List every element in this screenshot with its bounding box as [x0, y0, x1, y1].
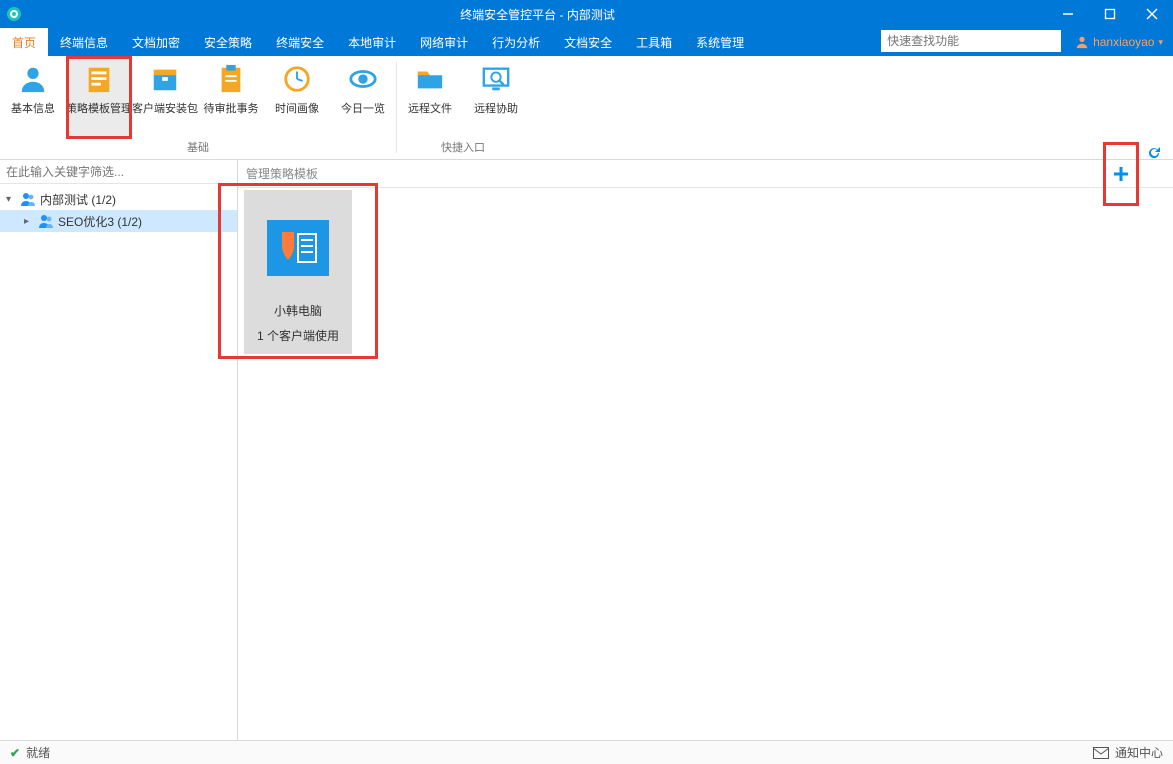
person-icon [18, 64, 48, 94]
tree-node-0[interactable]: ▾ 内部测试 (1/2) [0, 188, 237, 210]
ribbon-item-clock[interactable]: 时间画像 [264, 56, 330, 139]
status-bar: ✔ 就绪 通知中心 [0, 740, 1173, 764]
sidebar: ▾ 内部测试 (1/2) ▸ SEO优化3 (1/2) [0, 160, 238, 740]
tree-node-1[interactable]: ▸ SEO优化3 (1/2) [0, 210, 237, 232]
content: 管理策略模板 小韩电脑 1 个客户端使用 [238, 160, 1173, 740]
refresh-icon [1146, 145, 1162, 161]
ribbon-item-eye[interactable]: 今日一览 [330, 56, 396, 139]
filter-container [0, 160, 237, 184]
menu-tab-7[interactable]: 行为分析 [480, 28, 552, 56]
refresh-button[interactable] [1143, 142, 1165, 164]
add-button[interactable] [1110, 163, 1132, 185]
workspace: ▾ 内部测试 (1/2) ▸ SEO优化3 (1/2) 管理策略模板 [0, 160, 1173, 740]
card-name: 小韩电脑 [274, 302, 322, 319]
ribbon-group-0: 基本信息策略模板管理客户端安装包待审批事务时间画像 今日一览基础 [0, 56, 396, 159]
ribbon-item-folder[interactable]: 远程文件 [397, 56, 463, 139]
mail-icon [1093, 747, 1109, 759]
ribbon: 基本信息策略模板管理客户端安装包待审批事务时间画像 今日一览基础 远程文件 远程协助快… [0, 56, 1173, 160]
tree-node-label: SEO优化3 (1/2) [58, 213, 142, 230]
clipboard-icon [216, 64, 246, 94]
content-title: 管理策略模板 [246, 165, 318, 182]
ribbon-item-label: 时间画像 [275, 100, 319, 116]
menu-tab-0[interactable]: 首页 [0, 28, 48, 56]
template-icon [84, 64, 114, 94]
ribbon-item-screen[interactable]: 远程协助 [463, 56, 529, 139]
ribbon-group-label: 基础 [187, 139, 209, 159]
user-menu[interactable]: hanxiaoyao ▾ [1065, 28, 1173, 56]
status-text: 就绪 [26, 744, 50, 761]
chevron-down-icon: ▾ [1158, 37, 1163, 48]
people-icon [38, 213, 54, 229]
tree-node-label: 内部测试 (1/2) [40, 191, 116, 208]
screen-icon [481, 64, 511, 94]
ribbon-item-person[interactable]: 基本信息 [0, 56, 66, 139]
chevron-right-icon[interactable]: ▸ [24, 216, 34, 227]
user-name: hanxiaoyao [1093, 35, 1154, 49]
window-title: 终端安全管控平台 - 内部测试 [28, 6, 1047, 23]
content-body: 小韩电脑 1 个客户端使用 [238, 188, 1173, 740]
tree: ▾ 内部测试 (1/2) ▸ SEO优化3 (1/2) [0, 184, 237, 236]
notification-label: 通知中心 [1115, 744, 1163, 761]
check-icon: ✔ [10, 746, 20, 760]
ribbon-item-label: 远程文件 [408, 100, 452, 116]
card-usage: 1 个客户端使用 [257, 327, 339, 344]
chevron-down-icon[interactable]: ▾ [6, 194, 16, 205]
folder-icon [415, 64, 445, 94]
search-container [881, 30, 1061, 54]
people-icon [20, 191, 36, 207]
eye-icon [348, 64, 378, 94]
menu-tab-8[interactable]: 文档安全 [552, 28, 624, 56]
maximize-button[interactable] [1089, 0, 1131, 28]
filter-input[interactable] [0, 160, 237, 183]
ribbon-item-label: 远程协助 [474, 100, 518, 116]
ribbon-item-label: 策略模板管理 [66, 100, 132, 116]
user-icon [1075, 35, 1089, 49]
ribbon-group-label: 快捷入口 [441, 139, 485, 159]
ribbon-item-label: 客户端安装包 [132, 100, 198, 116]
menu-tab-6[interactable]: 网络审计 [408, 28, 480, 56]
ribbon-item-label: 待审批事务 [204, 100, 259, 116]
menu-tab-10[interactable]: 系统管理 [684, 28, 756, 56]
menu-tab-2[interactable]: 文档加密 [120, 28, 192, 56]
ribbon-group-1: 远程文件 远程协助快捷入口 [397, 56, 529, 159]
plus-icon [1112, 165, 1130, 183]
close-button[interactable] [1131, 0, 1173, 28]
notification-center[interactable]: 通知中心 [1093, 744, 1163, 761]
clock-icon [282, 64, 312, 94]
menu-tab-4[interactable]: 终端安全 [264, 28, 336, 56]
menu-tab-1[interactable]: 终端信息 [48, 28, 120, 56]
minimize-button[interactable] [1047, 0, 1089, 28]
ribbon-item-template[interactable]: 策略模板管理 [66, 56, 132, 139]
ribbon-item-label: 今日一览 [341, 100, 385, 116]
title-bar: 终端安全管控平台 - 内部测试 [0, 0, 1173, 28]
search-input[interactable] [881, 30, 1061, 52]
menu-tab-9[interactable]: 工具箱 [624, 28, 684, 56]
ribbon-item-box[interactable]: 客户端安装包 [132, 56, 198, 139]
content-header: 管理策略模板 [238, 160, 1173, 188]
app-logo [0, 6, 28, 22]
menu-tab-5[interactable]: 本地审计 [336, 28, 408, 56]
policy-template-card[interactable]: 小韩电脑 1 个客户端使用 [244, 190, 352, 354]
menu-bar: 首页终端信息文档加密安全策略终端安全本地审计网络审计行为分析文档安全工具箱系统管… [0, 28, 1173, 56]
shield-settings-icon [267, 220, 329, 276]
ribbon-item-label: 基本信息 [11, 100, 55, 116]
ribbon-item-clipboard[interactable]: 待审批事务 [198, 56, 264, 139]
box-icon [150, 64, 180, 94]
menu-tab-3[interactable]: 安全策略 [192, 28, 264, 56]
